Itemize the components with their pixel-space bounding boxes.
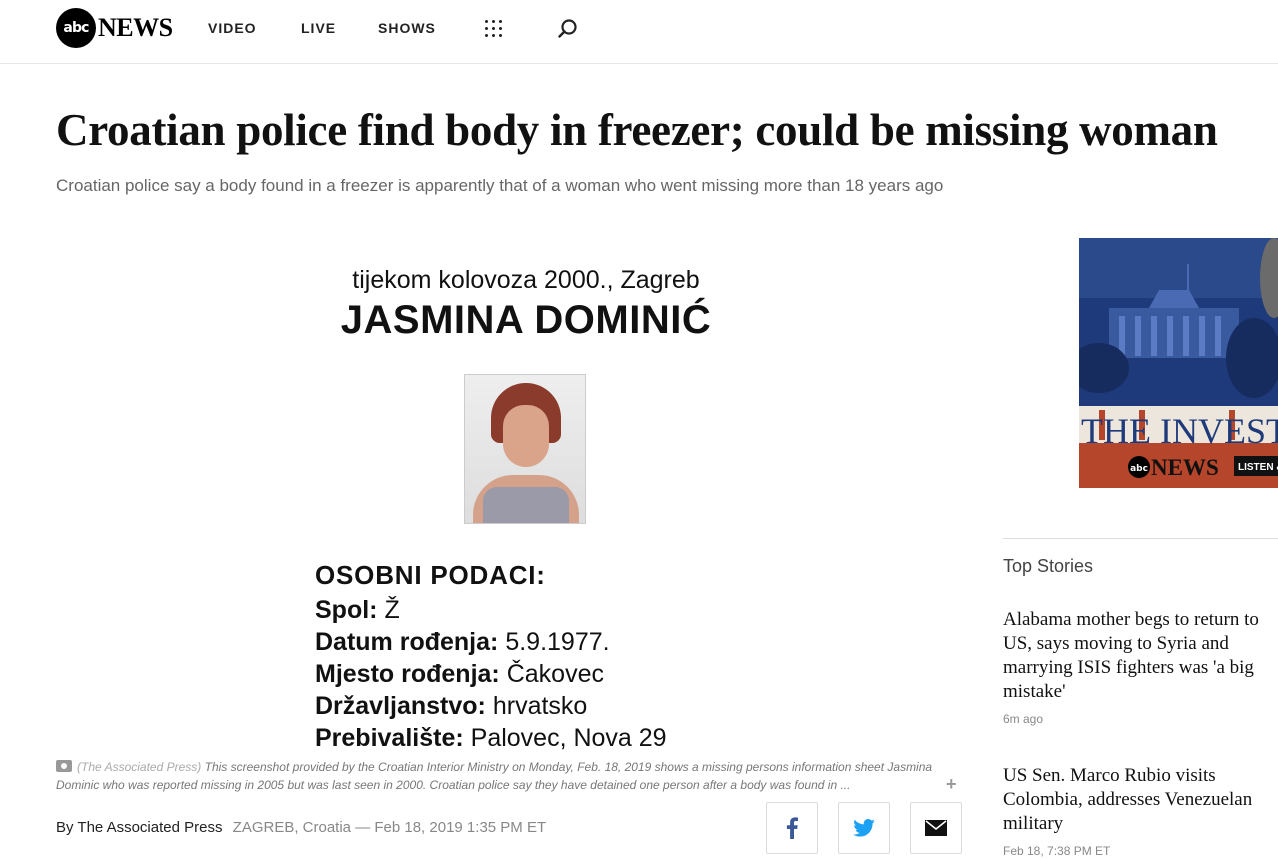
article-dateline: ZAGREB, Croatia — Feb 18, 2019 1:35 PM E… bbox=[232, 819, 547, 836]
ad-brand-mark: abc bbox=[1130, 464, 1148, 474]
sheet-row-birth-place: Mjesto rođenja: Čakovec bbox=[315, 660, 604, 689]
ad-title: THE INVESTIGA bbox=[1081, 411, 1278, 451]
sheet-row-label: Datum rođenja: bbox=[315, 628, 499, 656]
ad-artwork: THE INVESTIGA abc NEWS LISTEN & bbox=[1079, 238, 1278, 488]
share-facebook-button[interactable] bbox=[766, 802, 818, 854]
nav-live[interactable]: LIVE bbox=[301, 20, 336, 36]
top-story-title[interactable]: Alabama mother begs to return to US, say… bbox=[1003, 608, 1273, 704]
nav-video[interactable]: VIDEO bbox=[208, 20, 257, 36]
expand-icon[interactable]: + bbox=[946, 774, 957, 795]
top-story-item[interactable]: Alabama mother begs to return to US, say… bbox=[1003, 608, 1273, 726]
nav-shows[interactable]: SHOWS bbox=[378, 20, 436, 36]
apps-grid-icon[interactable] bbox=[485, 20, 503, 38]
sheet-row-value: hrvatsko bbox=[492, 692, 588, 720]
search-icon[interactable] bbox=[557, 18, 579, 40]
share-twitter-button[interactable] bbox=[838, 802, 890, 854]
sheet-date-line: tijekom kolovoza 2000., Zagreb bbox=[352, 266, 700, 294]
top-story-item[interactable]: US Sen. Marco Rubio visits Colombia, add… bbox=[1003, 764, 1273, 858]
sheet-row-citizenship: Državljanstvo: hrvatsko bbox=[315, 692, 587, 721]
sheet-row-birth-date: Datum rođenja: 5.9.1977. bbox=[315, 628, 610, 657]
sheet-row-value: Ž bbox=[384, 596, 400, 624]
top-navigation-bar: abc NEWS VIDEO LIVE SHOWS bbox=[0, 0, 1278, 64]
lead-image-missing-person-sheet[interactable]: tijekom kolovoza 2000., Zagreb JASMINA D… bbox=[56, 238, 961, 750]
top-story-title[interactable]: US Sen. Marco Rubio visits Colombia, add… bbox=[1003, 764, 1273, 836]
podcast-advertisement[interactable]: THE INVESTIGA abc NEWS LISTEN & bbox=[1079, 238, 1278, 488]
twitter-icon bbox=[853, 819, 875, 837]
top-story-time: 6m ago bbox=[1003, 712, 1044, 726]
byline-author[interactable]: By The Associated Press bbox=[56, 819, 222, 836]
email-icon bbox=[925, 820, 947, 836]
sheet-row-value: 5.9.1977. bbox=[505, 628, 610, 656]
sheet-row-residence: Prebivalište: Palovec, Nova 29 bbox=[315, 724, 667, 750]
abc-news-logo[interactable]: abc NEWS bbox=[56, 8, 173, 48]
sheet-row-label: Mjesto rođenja: bbox=[315, 660, 500, 688]
portrait-photo bbox=[464, 374, 586, 524]
sheet-row-label: Državljanstvo: bbox=[315, 692, 486, 720]
sheet-section-title: OSOBNI PODACI: bbox=[315, 560, 546, 590]
caption-source: (The Associated Press) bbox=[77, 760, 202, 774]
share-email-button[interactable] bbox=[910, 802, 962, 854]
article-byline: By The Associated Press ZAGREB, Croatia … bbox=[56, 819, 546, 836]
sheet-row-label: Spol: bbox=[315, 596, 378, 624]
sidebar-divider bbox=[1003, 538, 1278, 539]
ad-cta: LISTEN & bbox=[1238, 462, 1278, 473]
sheet-person-name: JASMINA DOMINIĆ bbox=[340, 298, 712, 342]
image-caption: (The Associated Press) This screenshot p… bbox=[56, 758, 941, 794]
abc-logo-mark: abc bbox=[56, 8, 96, 48]
sheet-row-label: Prebivalište: bbox=[315, 724, 464, 750]
sheet-row-value: Palovec, Nova 29 bbox=[470, 724, 667, 750]
top-story-time: Feb 18, 7:38 PM ET bbox=[1003, 844, 1111, 858]
sheet-row-value: Čakovec bbox=[506, 660, 604, 688]
sheet-row-sex: Spol: Ž bbox=[315, 596, 400, 625]
top-stories-heading: Top Stories bbox=[1003, 556, 1094, 576]
ad-brand-text: NEWS bbox=[1151, 455, 1219, 480]
camera-icon bbox=[56, 760, 72, 772]
logo-news-text: NEWS bbox=[98, 13, 173, 42]
article-headline: Croatian police find body in freezer; co… bbox=[56, 105, 1218, 155]
article-subhead: Croatian police say a body found in a fr… bbox=[56, 176, 944, 195]
facebook-icon bbox=[786, 817, 798, 839]
